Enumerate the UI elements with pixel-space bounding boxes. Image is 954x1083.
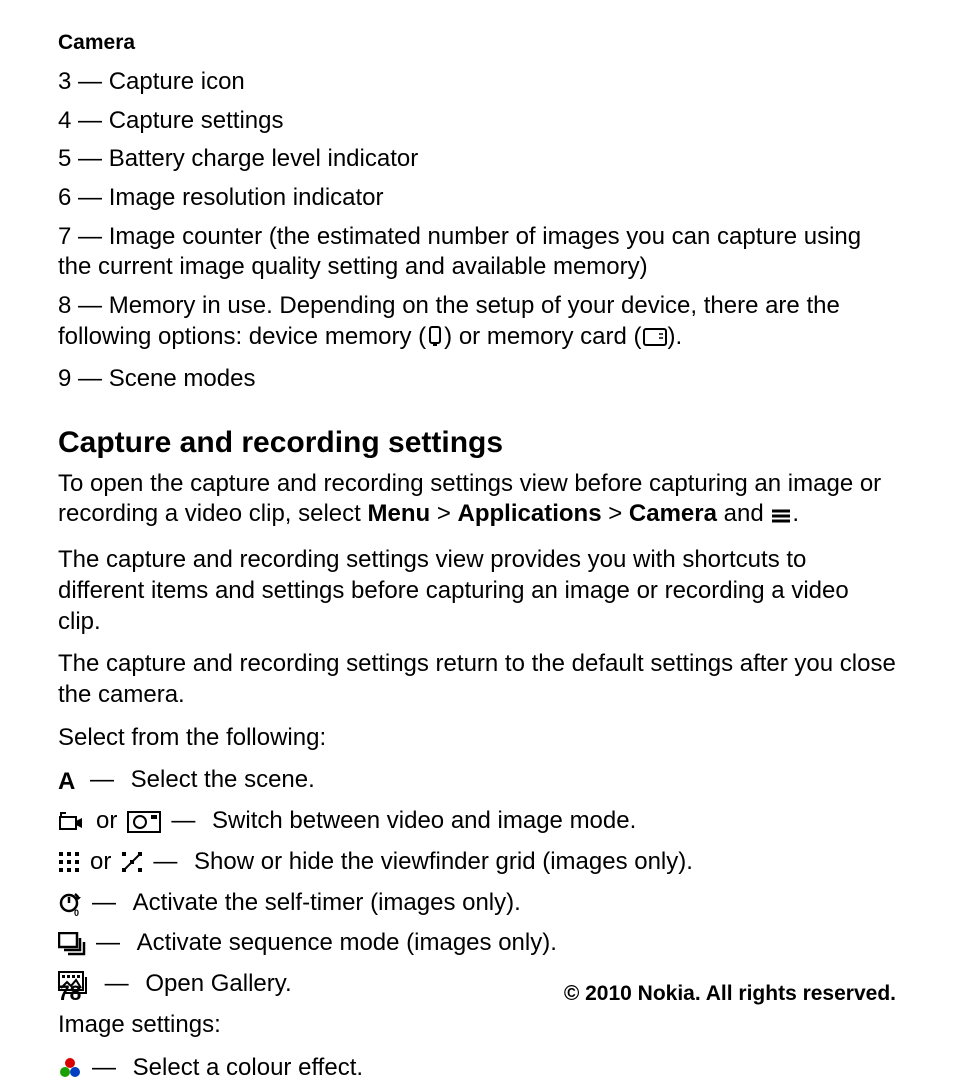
legend-text: Scene modes — [109, 365, 256, 392]
legend-num: 9 — [58, 365, 71, 392]
paragraph-1: To open the capture and recording settin… — [58, 469, 896, 533]
p1-b: and — [717, 500, 770, 527]
svg-text:0: 0 — [74, 908, 79, 916]
p1-gt2: > — [602, 500, 629, 527]
page-number: 78 — [58, 981, 81, 1008]
footer: 78 © 2010 Nokia. All rights reserved. — [58, 981, 896, 1008]
p1-gt1: > — [430, 500, 457, 527]
option-dash: — — [153, 847, 184, 878]
p1-menu: Menu — [368, 500, 431, 527]
option-dash: — — [92, 1053, 123, 1083]
option-timer: 0 — Activate the self-timer (images only… — [58, 888, 896, 919]
legend-dash: — — [78, 365, 109, 392]
section-heading: Capture and recording settings — [58, 424, 896, 462]
legend-num: 6 — [58, 184, 71, 211]
option-sequence: — Activate sequence mode (images only). — [58, 928, 896, 959]
memory-card-icon — [642, 325, 668, 356]
grid-on-icon — [58, 850, 80, 874]
legend-dash: — — [78, 107, 109, 134]
legend-tail: ). — [668, 323, 683, 350]
device-memory-icon — [426, 325, 444, 356]
option-dash: — — [92, 888, 123, 919]
legend-text: Capture settings — [109, 107, 284, 134]
p1-camera: Camera — [629, 500, 717, 527]
grid-off-icon — [121, 850, 143, 874]
legend-item-6: 6 — Image resolution indicator — [58, 183, 896, 214]
legend-num: 8 — [58, 292, 71, 319]
legend-dash: — — [78, 184, 109, 211]
legend-num: 4 — [58, 107, 71, 134]
option-grid: or — Show or hide the viewfinder grid (i… — [58, 847, 896, 878]
legend-text: Image resolution indicator — [109, 184, 384, 211]
paragraph-4: Select from the following: — [58, 723, 896, 754]
legend-item-5: 5 — Battery charge level indicator — [58, 144, 896, 175]
option-or: or — [96, 806, 117, 837]
option-colour: — Select a colour effect. — [58, 1053, 896, 1083]
self-timer-icon: 0 — [58, 891, 82, 915]
p1-c: . — [792, 500, 799, 527]
legend-dash: — — [78, 292, 109, 319]
legend-num: 3 — [58, 68, 71, 95]
colour-effect-icon — [58, 1056, 82, 1080]
option-dash: — — [171, 806, 202, 837]
legend-item-7: 7 — Image counter (the estimated number … — [58, 222, 896, 283]
legend-item-3: 3 — Capture icon — [58, 67, 896, 98]
legend-dash: — — [78, 223, 109, 250]
video-mode-icon — [58, 810, 86, 834]
running-header: Camera — [58, 30, 896, 57]
legend-item-8: 8 — Memory in use. Depending on the setu… — [58, 291, 896, 355]
svg-text:A: A — [58, 769, 75, 793]
legend-dash: — — [78, 68, 109, 95]
option-or: or — [90, 847, 111, 878]
legend-text: Battery charge level indicator — [109, 145, 419, 172]
option-text: Activate sequence mode (images only). — [137, 928, 557, 959]
option-dash: — — [90, 765, 121, 796]
paragraph-3: The capture and recording settings retur… — [58, 649, 896, 710]
legend-item-4: 4 — Capture settings — [58, 106, 896, 137]
paragraph-2: The capture and recording settings view … — [58, 545, 896, 637]
copyright: © 2010 Nokia. All rights reserved. — [564, 981, 896, 1008]
option-text: Show or hide the viewfinder grid (images… — [194, 847, 693, 878]
option-text: Select the scene. — [131, 765, 315, 796]
option-text: Activate the self-timer (images only). — [133, 888, 521, 919]
option-dash: — — [96, 928, 127, 959]
legend-dash: — — [78, 145, 109, 172]
sequence-mode-icon — [58, 932, 86, 956]
legend-item-9: 9 — Scene modes — [58, 364, 896, 395]
legend-num: 5 — [58, 145, 71, 172]
option-switch: or — Switch between video and image mode… — [58, 806, 896, 837]
legend-text: Capture icon — [109, 68, 245, 95]
option-scene: A — Select the scene. — [58, 765, 896, 796]
p1-apps: Applications — [458, 500, 602, 527]
image-mode-icon — [127, 810, 161, 834]
option-text: Switch between video and image mode. — [212, 806, 636, 837]
legend-text: Image counter (the estimated number of i… — [58, 223, 861, 281]
legend-mid: ) or memory card ( — [444, 323, 641, 350]
options-menu-icon — [770, 502, 792, 533]
option-text: Select a colour effect. — [133, 1053, 363, 1083]
page: Camera 3 — Capture icon 4 — Capture sett… — [0, 0, 954, 1036]
legend-num: 7 — [58, 223, 71, 250]
scene-icon: A — [58, 769, 80, 793]
